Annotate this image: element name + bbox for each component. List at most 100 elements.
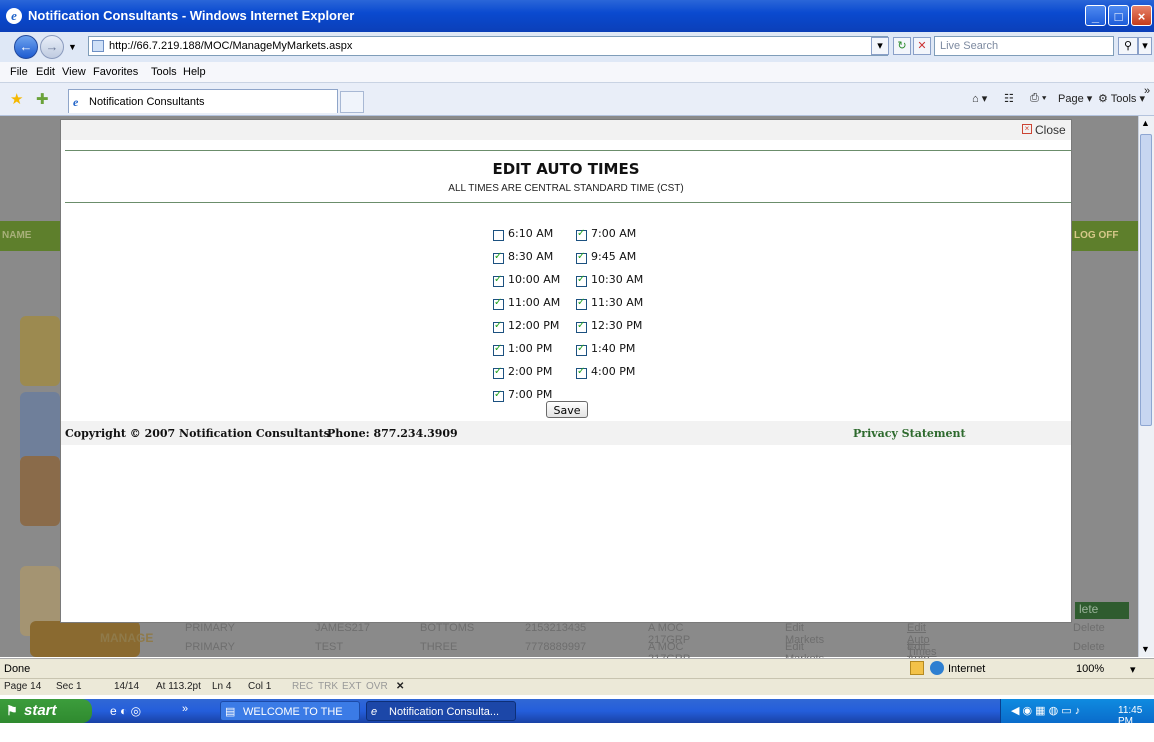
time-checkbox[interactable] (576, 228, 587, 241)
word-section: Sec 1 (56, 681, 82, 692)
taskbar-item-label: Notification Consulta... (389, 706, 500, 718)
menu-favorites[interactable]: Favorites (93, 66, 138, 78)
tools-menu-button[interactable]: ⚙ Tools ▾ (1098, 92, 1145, 105)
time-checkbox[interactable] (493, 343, 504, 356)
table-cell: THREE (420, 641, 458, 653)
zone-label: Internet (948, 663, 986, 675)
table-cell: PRIMARY (185, 641, 235, 653)
time-label: 11:00 AM (508, 296, 561, 309)
logoff-label: LOG OFF (1074, 230, 1119, 241)
clock: 11:45 PM (1118, 705, 1143, 727)
time-checkbox[interactable] (493, 274, 504, 287)
search-input[interactable]: Live Search (934, 36, 1114, 56)
word-mode-ovr[interactable]: OVR (366, 681, 388, 692)
time-checkbox[interactable] (576, 343, 587, 356)
word-column: Col 1 (248, 681, 272, 692)
page-menu-label: Page (1058, 93, 1084, 105)
table-cell: 7778889997 (525, 641, 587, 653)
close-window-button[interactable]: × (1131, 5, 1152, 26)
delete-link[interactable]: Delete (1073, 641, 1105, 653)
start-button[interactable]: ⚑ start (0, 699, 92, 723)
quick-launch-more-icon[interactable]: » (182, 703, 188, 715)
time-checkbox[interactable] (493, 230, 504, 241)
stop-button[interactable]: ✕ (913, 37, 931, 55)
taskbar-item-ie[interactable]: e Notification Consulta... (366, 701, 516, 721)
ie-tab-icon: e (73, 95, 79, 109)
maximize-button[interactable]: □ (1108, 5, 1129, 26)
time-label: 9:45 AM (591, 250, 637, 263)
refresh-button[interactable]: ↻ (893, 37, 911, 55)
menu-view[interactable]: View (62, 66, 86, 78)
window-title-bar[interactable]: e Notification Consultants - Windows Int… (0, 0, 1154, 32)
address-bar[interactable]: http://66.7.219.188/MOC/ManageMyMarkets.… (88, 36, 888, 56)
time-checkbox[interactable] (493, 366, 504, 379)
status-text: Done (4, 663, 31, 675)
menu-file[interactable]: File (10, 66, 28, 78)
time-label: 2:00 PM (508, 365, 553, 378)
back-button[interactable]: ← (14, 35, 38, 59)
more-commands-icon[interactable]: » (1144, 85, 1150, 97)
time-checkbox[interactable] (576, 251, 587, 264)
taskbar-item-word[interactable]: ▤ WELCOME TO THE M... (220, 701, 360, 738)
search-icon[interactable]: ⚲ (1118, 37, 1138, 55)
word-pages: 14/14 (114, 681, 140, 692)
phone-text: Phone: 877.234.3909 (327, 427, 458, 440)
word-mode-rec[interactable]: REC (292, 681, 313, 692)
search-options-button[interactable]: ▾ (1138, 37, 1152, 55)
zoom-dropdown-icon[interactable]: ▾ (1130, 663, 1136, 676)
time-checkbox[interactable] (576, 320, 587, 333)
time-checkbox[interactable] (493, 320, 504, 333)
manage-label: MANAGE (100, 631, 154, 645)
tab-label: Notification Consultants (89, 96, 205, 108)
time-checkbox[interactable] (493, 251, 504, 264)
popup-blocker-icon[interactable] (910, 661, 924, 675)
time-checkbox[interactable] (493, 297, 504, 310)
time-checkbox[interactable] (493, 389, 504, 402)
favorites-star-icon[interactable]: ★ (10, 90, 23, 108)
tools-menu-label: Tools (1110, 93, 1137, 105)
word-page: Page 14 (4, 681, 42, 692)
spelling-icon[interactable]: ✕ (396, 681, 404, 692)
minimize-button[interactable]: _ (1085, 5, 1106, 26)
forward-button[interactable]: → (40, 35, 64, 59)
menu-edit[interactable]: Edit (36, 66, 55, 78)
menu-tools[interactable]: Tools (151, 66, 177, 78)
word-mode-ext[interactable]: EXT (342, 681, 361, 692)
tab-bar: ★ ✚ e Notification Consultants ⌂ ▾ ☷ ⎙ ▾… (0, 83, 1154, 116)
time-label: 4:00 PM (591, 365, 636, 378)
time-checkbox[interactable] (576, 297, 587, 310)
time-checkbox[interactable] (576, 274, 587, 287)
time-label: 7:00 PM (508, 388, 553, 401)
windows-flag-icon: ⚑ (6, 703, 18, 718)
scroll-up-icon[interactable]: ▲ (1141, 118, 1150, 128)
new-tab-button[interactable] (340, 91, 364, 113)
edit-auto-times-dialog: × Close EDIT AUTO TIMES ALL TIMES ARE CE… (60, 119, 1072, 623)
copyright-text: Copyright © 2007 Notification Consultant… (65, 427, 330, 440)
zoom-level[interactable]: 100% (1076, 663, 1104, 675)
recent-pages-dropdown-icon[interactable]: ▼ (68, 42, 77, 52)
page-menu-button[interactable]: Page ▾ (1058, 92, 1092, 105)
time-label: 1:40 PM (591, 342, 636, 355)
table-cell: 2153213435 (525, 622, 587, 634)
scroll-down-icon[interactable]: ▼ (1141, 644, 1150, 654)
word-status-bar: Page 14 Sec 1 14/14 At 113.2pt Ln 4 Col … (0, 678, 1154, 695)
scrollbar-thumb[interactable] (1140, 134, 1152, 426)
quick-launch-icons[interactable]: e ◐ ◎ (110, 704, 141, 718)
menu-help[interactable]: Help (183, 66, 206, 78)
home-icon[interactable]: ⌂ ▾ (972, 92, 987, 105)
address-dropdown-button[interactable]: ▾ (871, 37, 889, 55)
word-mode-trk[interactable]: TRK (318, 681, 338, 692)
save-button[interactable]: Save (546, 401, 588, 418)
tray-icons[interactable]: ◀ ◉ ▦ ◍ ▭ ♪ (1011, 704, 1080, 717)
privacy-statement-link[interactable]: Privacy Statement (853, 427, 966, 440)
time-checkbox[interactable] (576, 366, 587, 379)
add-favorite-icon[interactable]: ✚ (36, 90, 49, 108)
tab-notification-consultants[interactable]: e Notification Consultants (68, 89, 338, 113)
status-bar: Done Internet 100% ▾ (0, 658, 1154, 678)
time-label: 10:00 AM (508, 273, 561, 286)
print-icon[interactable]: ⎙ ▾ (1030, 92, 1046, 105)
start-label: start (24, 702, 57, 719)
delete-link[interactable]: Delete (1073, 622, 1105, 634)
time-options: 6:10 AM 7:00 AM 8:30 AM 9:45 AM 10:00 AM 10:3… (61, 120, 1071, 420)
feeds-icon[interactable]: ☷ (1004, 92, 1014, 105)
